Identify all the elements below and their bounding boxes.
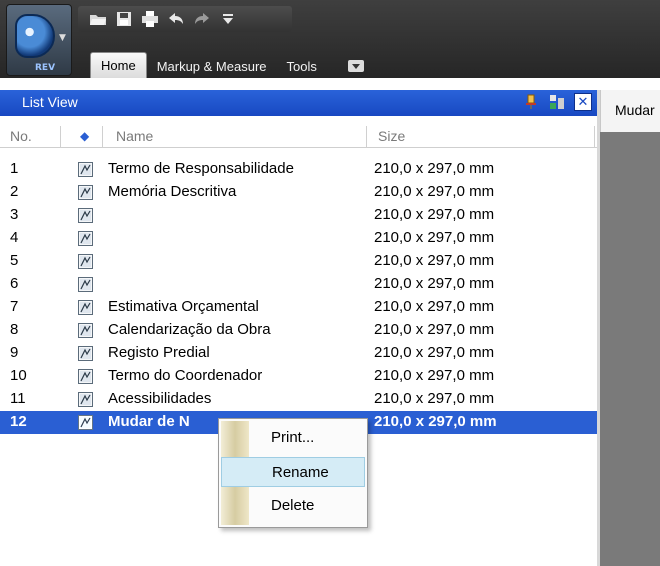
sheet-icon	[78, 162, 93, 177]
pin-icon[interactable]	[522, 93, 540, 111]
redo-icon[interactable]	[192, 9, 212, 29]
row-number: 12	[10, 413, 27, 430]
tab-markup-measure[interactable]: Markup & Measure	[147, 54, 277, 78]
row-number: 6	[10, 275, 19, 292]
table-row[interactable]: 6 210,0 x 297,0 mm	[0, 273, 598, 296]
row-size: 210,0 x 297,0 mm	[374, 229, 495, 246]
row-name: Acessibilidades	[108, 390, 212, 407]
menu-item-rename[interactable]: Rename	[221, 457, 365, 487]
row-size: 210,0 x 297,0 mm	[374, 298, 495, 315]
row-number: 5	[10, 252, 19, 269]
undo-icon[interactable]	[166, 9, 186, 29]
row-number: 10	[10, 367, 27, 384]
sheet-icon	[78, 392, 93, 407]
document-tab[interactable]: Mudar	[600, 90, 660, 132]
row-number: 8	[10, 321, 19, 338]
panel-tools: ✕	[522, 93, 592, 111]
table-row[interactable]: 2 Memória Descritiva 210,0 x 297,0 mm	[0, 181, 598, 204]
row-name: Estimativa Orçamental	[108, 298, 259, 315]
ribbon-tabs: Home Markup & Measure Tools	[90, 50, 371, 78]
sheet-icon	[78, 300, 93, 315]
row-name: Termo do Coordenador	[108, 367, 263, 384]
context-menu: Print... Rename Delete	[218, 418, 368, 528]
row-name: Termo de Responsabilidade	[108, 160, 294, 177]
column-no[interactable]: No.	[10, 128, 32, 144]
row-number: 7	[10, 298, 19, 315]
sheet-icon	[78, 208, 93, 223]
column-name[interactable]: Name	[116, 128, 153, 144]
row-number: 4	[10, 229, 19, 246]
sheet-icon	[78, 369, 93, 384]
column-separator[interactable]	[102, 126, 103, 148]
table-row[interactable]: 3 210,0 x 297,0 mm	[0, 204, 598, 227]
table-row[interactable]: 7 Estimativa Orçamental 210,0 x 297,0 mm	[0, 296, 598, 319]
row-number: 2	[10, 183, 19, 200]
table-row[interactable]: 8 Calendarização da Obra 210,0 x 297,0 mm	[0, 319, 598, 342]
sheet-icon	[78, 185, 93, 200]
tab-tools[interactable]: Tools	[277, 54, 327, 78]
row-size: 210,0 x 297,0 mm	[374, 344, 495, 361]
column-size[interactable]: Size	[378, 128, 405, 144]
table-row[interactable]: 10 Termo do Coordenador 210,0 x 297,0 mm	[0, 365, 598, 388]
document-tab-label: Mudar	[615, 102, 655, 118]
panel-header: List View ✕	[0, 90, 598, 116]
row-size: 210,0 x 297,0 mm	[374, 275, 495, 292]
sort-arrows-icon[interactable]: ◆	[80, 129, 89, 143]
row-size: 210,0 x 297,0 mm	[374, 160, 495, 177]
ribbon: ▼ REV Home Markup & Measure Tools	[0, 0, 660, 78]
ribbon-minimize-icon[interactable]	[341, 54, 371, 78]
row-number: 1	[10, 160, 19, 177]
sheet-icon	[78, 231, 93, 246]
app-brand-label: REV	[35, 63, 56, 73]
open-folder-icon[interactable]	[88, 9, 108, 29]
customize-dropdown-icon[interactable]	[218, 9, 238, 29]
row-size: 210,0 x 297,0 mm	[374, 206, 495, 223]
menu-item-print[interactable]: Print...	[221, 423, 365, 453]
row-number: 3	[10, 206, 19, 223]
table-row[interactable]: 5 210,0 x 297,0 mm	[0, 250, 598, 273]
sheet-icon	[78, 254, 93, 269]
close-icon[interactable]: ✕	[574, 93, 592, 111]
column-separator[interactable]	[594, 126, 595, 148]
row-size: 210,0 x 297,0 mm	[374, 183, 495, 200]
table-row[interactable]: 1 Termo de Responsabilidade 210,0 x 297,0 …	[0, 158, 598, 181]
column-header: No. ◆ Name Size	[0, 126, 598, 148]
column-separator[interactable]	[366, 126, 367, 148]
row-size: 210,0 x 297,0 mm	[374, 367, 495, 384]
table-row[interactable]: 11 Acessibilidades 210,0 x 297,0 mm	[0, 388, 598, 411]
row-size: 210,0 x 297,0 mm	[374, 390, 495, 407]
print-icon[interactable]	[140, 9, 160, 29]
app-logo-icon	[15, 14, 55, 58]
quick-access-toolbar	[78, 6, 292, 32]
document-list: 1 Termo de Responsabilidade 210,0 x 297,0 …	[0, 158, 598, 434]
sort-toggle-icon[interactable]	[548, 93, 566, 111]
table-row[interactable]: 4 210,0 x 297,0 mm	[0, 227, 598, 250]
chevron-down-icon: ▼	[59, 33, 66, 43]
panel-title: List View	[22, 94, 78, 110]
sheet-icon	[78, 277, 93, 292]
tab-home[interactable]: Home	[90, 52, 147, 78]
row-name: Calendarização da Obra	[108, 321, 271, 338]
sheet-icon	[78, 323, 93, 338]
row-size: 210,0 x 297,0 mm	[374, 413, 497, 430]
row-name: Registo Predial	[108, 344, 210, 361]
column-separator[interactable]	[60, 126, 61, 148]
document-area: Mudar	[600, 90, 660, 566]
row-size: 210,0 x 297,0 mm	[374, 321, 495, 338]
save-icon[interactable]	[114, 9, 134, 29]
table-row[interactable]: 9 Registo Predial 210,0 x 297,0 mm	[0, 342, 598, 365]
row-name: Memória Descritiva	[108, 183, 237, 200]
row-number: 9	[10, 344, 19, 361]
row-size: 210,0 x 297,0 mm	[374, 252, 495, 269]
row-number: 11	[10, 390, 26, 407]
menu-item-delete[interactable]: Delete	[221, 491, 365, 521]
sheet-icon	[78, 415, 93, 430]
row-name: Mudar de N	[108, 413, 190, 430]
sheet-icon	[78, 346, 93, 361]
application-menu-button[interactable]: ▼ REV	[6, 4, 72, 76]
